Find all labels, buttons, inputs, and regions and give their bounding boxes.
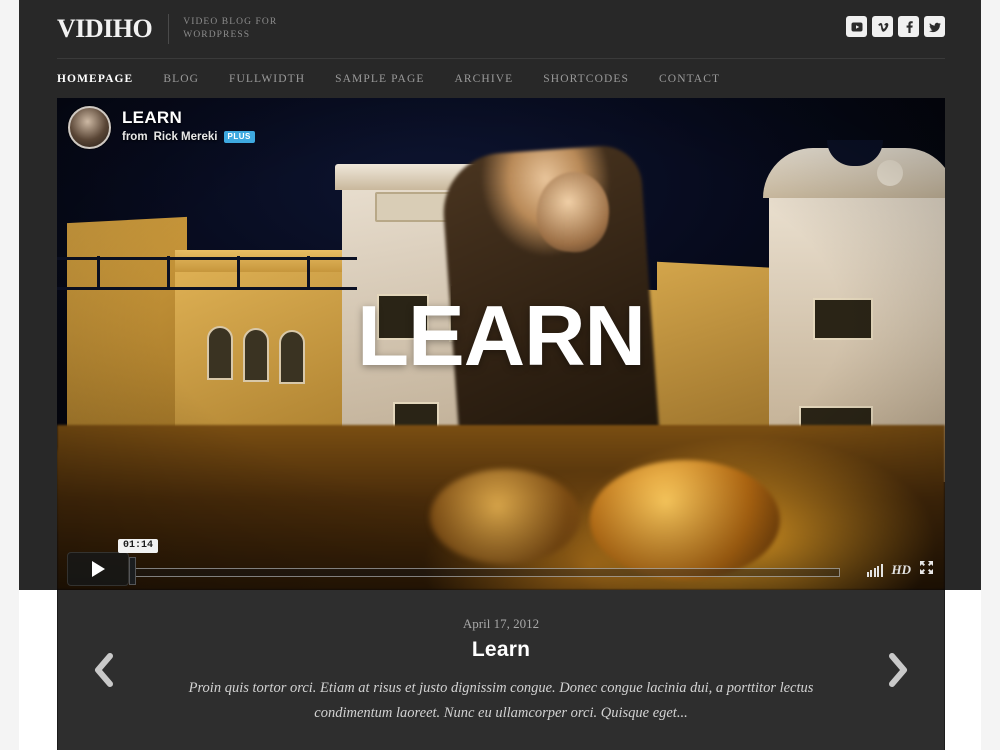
caption-content: April 17, 2012 Learn Proin quis tortor o… [58, 590, 944, 726]
nav-item-sample-page[interactable]: SAMPLE PAGE [335, 73, 424, 85]
player-controls-right: HD [866, 561, 933, 579]
brand-tagline-line1: VIDEO BLOG FOR [183, 17, 278, 27]
nav-item-contact[interactable]: CONTACT [659, 73, 720, 85]
video-author-line: from Rick Mereki PLUS [122, 131, 255, 143]
nav-item-homepage[interactable]: HOMEPAGE [57, 73, 133, 85]
seek-track[interactable] [135, 568, 840, 577]
current-time-tooltip: 01:14 [118, 539, 159, 553]
play-button[interactable] [67, 552, 129, 586]
caption-excerpt: Proin quis tortor orci. Etiam at risus e… [188, 680, 814, 721]
video-overlay-title: LEARN [357, 289, 646, 384]
site-logo[interactable]: VIDIHO VIDEO BLOG FOR WORDPRESS [57, 14, 277, 44]
fullscreen-icon[interactable] [920, 561, 933, 579]
video-player[interactable]: LEARN from Rick Mereki PLUS LEARN 01:14 [57, 98, 945, 590]
vimeo-icon[interactable] [872, 16, 893, 37]
social-links [846, 16, 945, 37]
avatar[interactable] [68, 106, 111, 149]
nav-item-archive[interactable]: ARCHIVE [454, 73, 513, 85]
next-slide-button[interactable] [864, 590, 934, 750]
prev-slide-button[interactable] [68, 590, 138, 750]
seek-bar[interactable]: 01:14 [118, 539, 840, 585]
hd-toggle[interactable]: HD [892, 562, 912, 578]
slider-caption-panel: April 17, 2012 Learn Proin quis tortor o… [57, 590, 945, 750]
nav-item-fullwidth[interactable]: FULLWIDTH [229, 73, 305, 85]
brand-name: VIDIHO [57, 14, 153, 43]
caption-date: April 17, 2012 [462, 616, 540, 631]
facebook-icon[interactable] [898, 16, 919, 37]
main-navigation: HOMEPAGE BLOG FULLWIDTH SAMPLE PAGE ARCH… [57, 58, 945, 98]
video-overlay-header: LEARN from Rick Mereki PLUS [68, 106, 255, 149]
brand-tagline: VIDEO BLOG FOR WORDPRESS [183, 16, 277, 42]
top-bar: VIDIHO VIDEO BLOG FOR WORDPRESS [57, 0, 945, 58]
brand-divider [168, 14, 170, 44]
plus-badge: PLUS [223, 131, 255, 143]
video-title[interactable]: LEARN [122, 108, 255, 128]
player-controls: 01:14 HD [57, 539, 945, 590]
seek-handle[interactable] [129, 557, 136, 585]
youtube-icon[interactable] [846, 16, 867, 37]
nav-item-shortcodes[interactable]: SHORTCODES [543, 73, 629, 85]
video-author-name[interactable]: Rick Mereki [154, 131, 218, 143]
nav-item-blog[interactable]: BLOG [163, 73, 199, 85]
video-meta: LEARN from Rick Mereki PLUS [122, 106, 255, 143]
video-author-prefix: from [122, 131, 148, 143]
volume-icon[interactable] [866, 563, 883, 577]
page-root: VIDIHO VIDEO BLOG FOR WORDPRESS HOMEPAGE [0, 0, 1000, 750]
caption-title[interactable]: Learn [148, 638, 854, 662]
brand-tagline-line2: WORDPRESS [183, 30, 251, 40]
twitter-icon[interactable] [924, 16, 945, 37]
